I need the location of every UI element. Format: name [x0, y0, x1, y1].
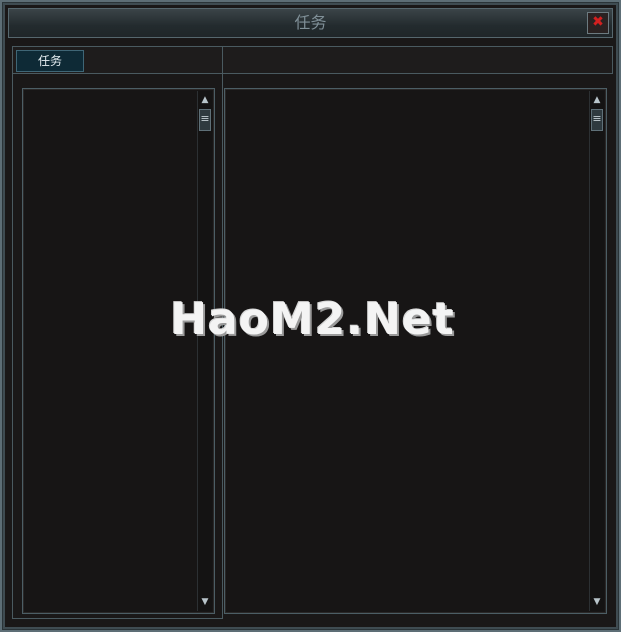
- quest-detail-scroll-down-button[interactable]: ▼: [590, 595, 604, 609]
- title-bar[interactable]: 任务 ✖: [8, 8, 613, 38]
- close-icon: ✖: [592, 14, 604, 30]
- tab-bar-divider: [222, 47, 223, 73]
- quest-window: 任务 ✖ 任务 ▲ ≡ ▼ ▲ ≡ ▼ HaoM2.Net: [0, 0, 621, 632]
- quest-list-scroll-up-button[interactable]: ▲: [198, 93, 212, 107]
- quest-list-panel[interactable]: ▲ ≡ ▼: [22, 88, 215, 614]
- window-title: 任务: [294, 13, 327, 32]
- close-button[interactable]: ✖: [587, 12, 609, 34]
- quest-list-scroll-down-button[interactable]: ▼: [198, 595, 212, 609]
- quest-detail-scroll-up-button[interactable]: ▲: [590, 93, 604, 107]
- quest-detail-panel[interactable]: ▲ ≡ ▼: [224, 88, 607, 614]
- arrow-up-icon: ▲: [593, 95, 601, 105]
- arrow-down-icon: ▼: [593, 597, 601, 607]
- quest-list-scroll-thumb[interactable]: ≡: [199, 109, 211, 131]
- quest-list-scrollbar[interactable]: ▲ ≡ ▼: [197, 91, 212, 611]
- arrow-down-icon: ▼: [201, 597, 209, 607]
- quest-detail-scrollbar[interactable]: ▲ ≡ ▼: [589, 91, 604, 611]
- tab-bar: 任务: [12, 46, 613, 74]
- tab-quest[interactable]: 任务: [16, 50, 84, 72]
- quest-detail-scroll-thumb[interactable]: ≡: [591, 109, 603, 131]
- arrow-up-icon: ▲: [201, 95, 209, 105]
- grip-icon: ≡: [200, 112, 210, 125]
- grip-icon: ≡: [592, 112, 602, 125]
- watermark-text: HaoM2.Net: [170, 294, 455, 345]
